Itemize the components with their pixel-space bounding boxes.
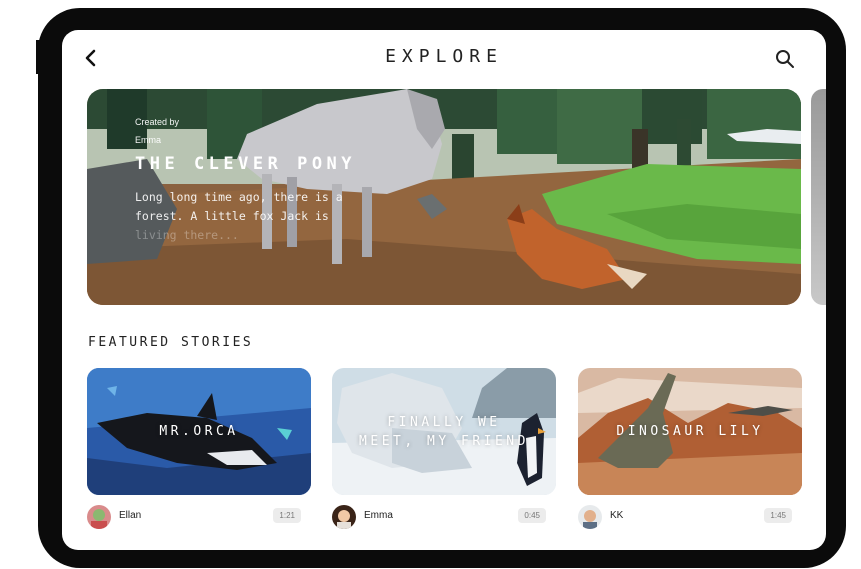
story-title: FINALLY WE MEET, MY FRIEND [359, 414, 529, 449]
story-author: Ellan [119, 510, 142, 521]
story-duration-badge: 1:21 [273, 508, 301, 523]
search-icon [776, 50, 794, 68]
avatar [578, 505, 602, 529]
hero-description-fade: living there... [135, 228, 239, 242]
hero-description-main: Long long time ago, there is a forest. A… [135, 190, 343, 223]
search-button[interactable] [774, 48, 796, 70]
story-title: MR.ORCA [159, 424, 239, 439]
story-meta: Emma 0:45 [332, 503, 556, 531]
app-screen: EXPLORE Created by Emma THE CLEVER PONY … [62, 30, 826, 550]
page-title: EXPLORE [385, 46, 503, 67]
story-card-dinosaur-lily[interactable]: DINOSAUR LILY [578, 368, 802, 495]
top-bar: EXPLORE [62, 30, 826, 86]
avatar [332, 505, 356, 529]
story-title: DINOSAUR LILY [616, 424, 764, 439]
story-duration-badge: 0:45 [518, 508, 546, 523]
hero-story-card[interactable]: Created by Emma THE CLEVER PONY Long lon… [87, 89, 801, 305]
story-author: KK [610, 510, 624, 521]
story-card-finally-we-meet[interactable]: FINALLY WE MEET, MY FRIEND [332, 368, 556, 495]
story-duration-badge: 1:45 [764, 508, 792, 523]
story-author: Emma [364, 510, 393, 521]
next-hero-card-peek[interactable] [811, 89, 826, 305]
device-bezel-detail [134, 12, 196, 18]
hero-created-by-label: Created by [135, 117, 180, 127]
device-side-button [36, 40, 44, 74]
featured-stories-heading: FEATURED STORIES [88, 335, 254, 350]
story-meta: Ellan 1:21 [87, 503, 311, 531]
story-card-mr-orca[interactable]: MR.ORCA [87, 368, 311, 495]
hero-author: Emma [135, 135, 162, 145]
hero-description: Long long time ago, there is a forest. A… [135, 188, 365, 245]
hero-text-block: Created by Emma THE CLEVER PONY Long lon… [135, 113, 365, 245]
hero-title: THE CLEVER PONY [135, 154, 357, 174]
avatar [87, 505, 111, 529]
story-meta: KK 1:45 [578, 503, 802, 531]
